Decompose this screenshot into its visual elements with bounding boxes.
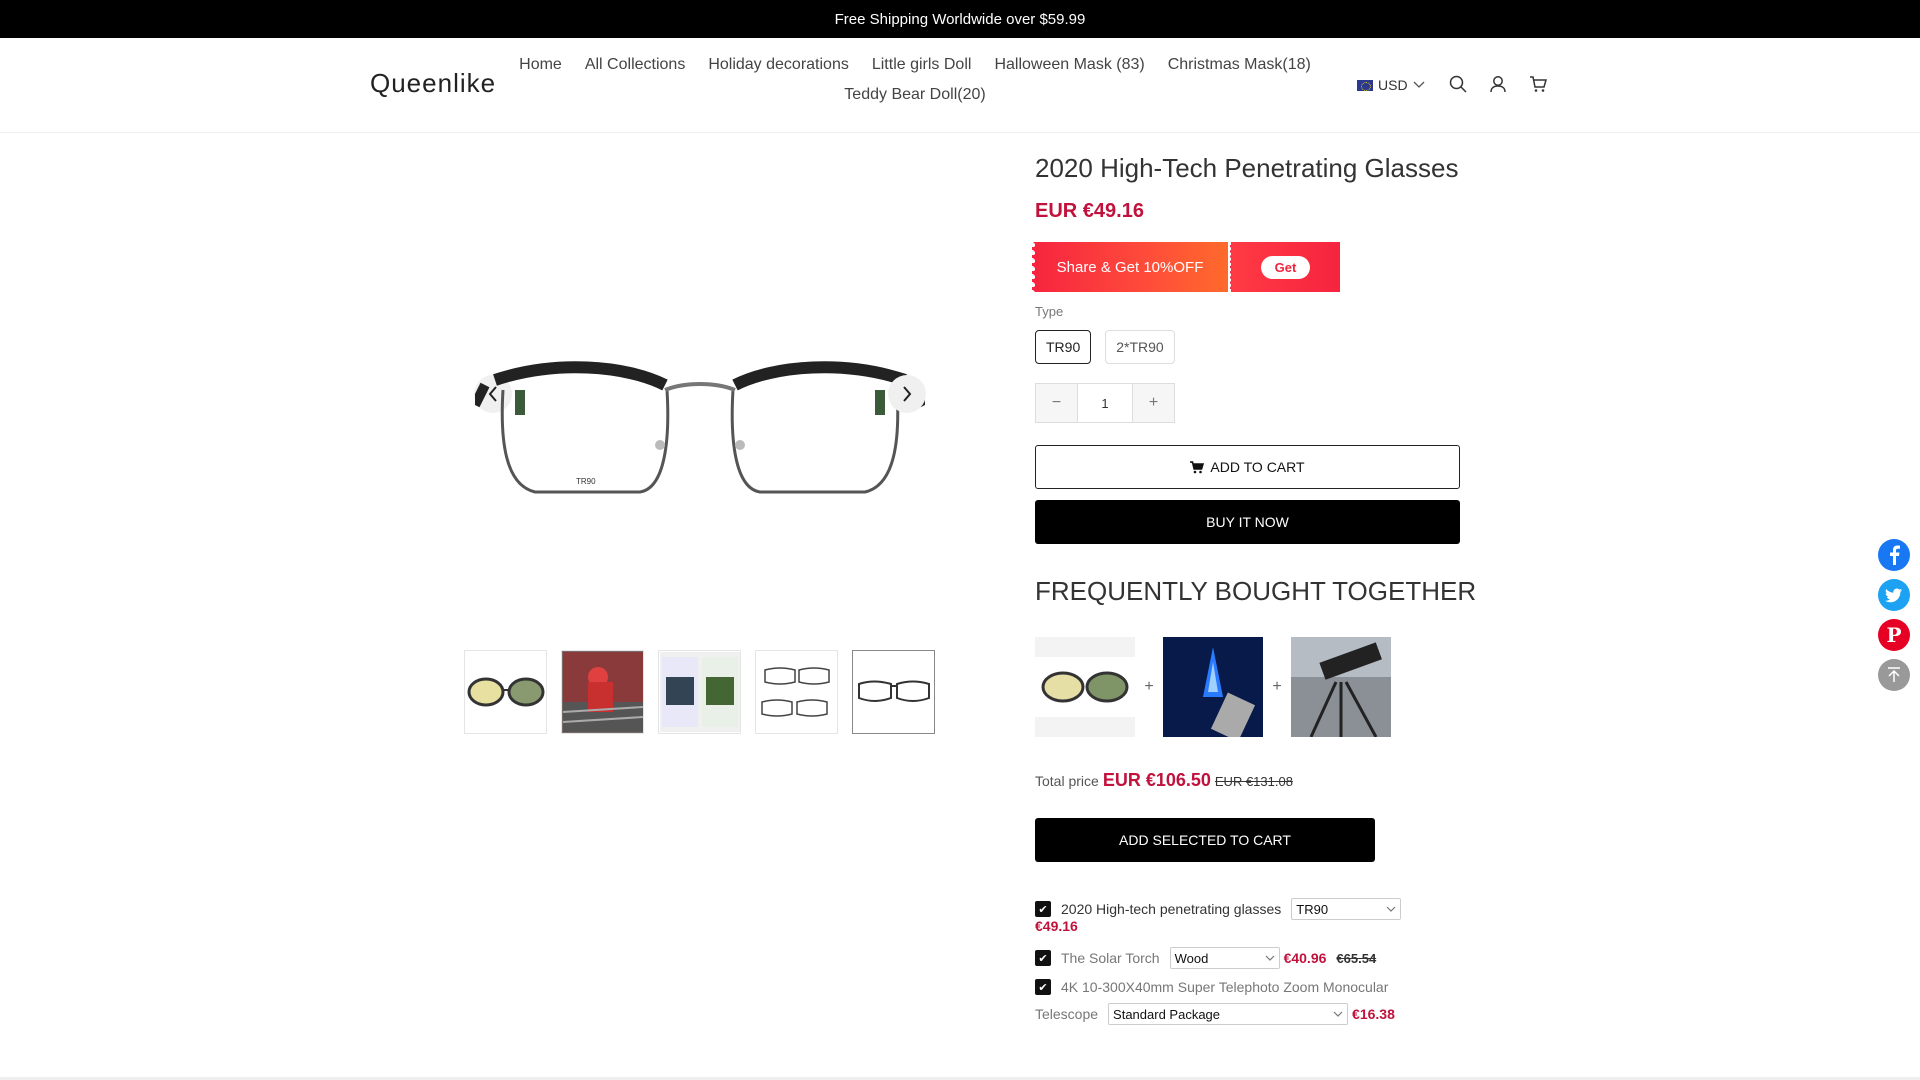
announcement-bar: Free Shipping Worldwide over $59.99 bbox=[0, 0, 1920, 38]
nav-christmas-mask[interactable]: Christmas Mask(18) bbox=[1168, 56, 1311, 74]
fbt-item-1-price-row: €49.16 bbox=[1035, 918, 1078, 934]
fbt-item-3-price: €16.38 bbox=[1352, 1006, 1395, 1022]
share-coupon-banner[interactable]: Share & Get 10%OFF Get bbox=[1032, 242, 1340, 292]
fbt-item-2-old-price: €65.54 bbox=[1336, 950, 1377, 966]
thumbnail-2[interactable] bbox=[561, 650, 644, 734]
fbt-item-2-price: €40.96 bbox=[1283, 950, 1327, 966]
flag-icon bbox=[1357, 79, 1373, 91]
share-get-button[interactable]: Get bbox=[1260, 255, 1311, 279]
type-options: TR90 2*TR90 bbox=[1035, 330, 1175, 364]
nav-home[interactable]: Home bbox=[519, 56, 562, 74]
fbt-item-1-name: 2020 High-tech penetrating glasses bbox=[1061, 901, 1282, 917]
fbt-item-3: ✔ 4K 10-300X40mm Super Telephoto Zoom Mo… bbox=[1035, 979, 1388, 995]
fbt-item-3-name-cont: Telescope bbox=[1035, 1006, 1099, 1022]
total-price: EUR €106.50 bbox=[1102, 770, 1211, 790]
search-icon[interactable] bbox=[1448, 74, 1468, 94]
fbt-images: + + bbox=[1035, 637, 1391, 737]
fbt-item-2-checkbox[interactable]: ✔ bbox=[1035, 950, 1051, 966]
cart-icon bbox=[1190, 460, 1205, 473]
quantity-input[interactable] bbox=[1077, 384, 1133, 422]
nav-all-collections[interactable]: All Collections bbox=[585, 56, 685, 74]
fbt-title: FREQUENTLY BOUGHT TOGETHER bbox=[1035, 576, 1477, 606]
plus-sign: + bbox=[1272, 678, 1282, 695]
share-get-area: Get bbox=[1230, 242, 1340, 292]
fbt-item-1: ✔ 2020 High-tech penetrating glasses TR9… bbox=[1035, 898, 1402, 920]
nav-teddy-bear-doll[interactable]: Teddy Bear Doll(20) bbox=[844, 86, 985, 104]
fbt-item-3-option: Standard Package bbox=[1113, 1006, 1221, 1022]
chevron-down-icon bbox=[1265, 955, 1275, 961]
thumbnail-1[interactable] bbox=[464, 650, 547, 734]
share-coupon-text: Share & Get 10%OFF bbox=[1032, 242, 1228, 292]
fbt-item-2-name: The Solar Torch bbox=[1061, 950, 1160, 966]
total-price-original: EUR €131.08 bbox=[1214, 774, 1293, 789]
total-price-label: Total price bbox=[1035, 773, 1099, 789]
main-nav: Home All Collections Holiday decorations… bbox=[515, 56, 1315, 104]
account-icon[interactable] bbox=[1488, 74, 1508, 94]
back-to-top-icon[interactable] bbox=[1878, 659, 1910, 691]
fbt-item-1-option: TR90 bbox=[1296, 901, 1329, 917]
type-label: Type bbox=[1035, 304, 1064, 319]
fbt-image-telescope[interactable] bbox=[1291, 637, 1391, 737]
fbt-item-3-row2: Telescope Standard Package €16.38 bbox=[1035, 1003, 1395, 1025]
option-2-tr90[interactable]: 2*TR90 bbox=[1105, 330, 1175, 364]
thumbnail-5[interactable] bbox=[852, 650, 935, 734]
quantity-increase-button[interactable]: + bbox=[1133, 384, 1174, 422]
plus-sign: + bbox=[1144, 678, 1154, 695]
fbt-item-2-select[interactable]: Wood bbox=[1169, 947, 1280, 969]
site-header: Queenlike Home All Collections Holiday d… bbox=[0, 38, 1920, 133]
logo[interactable]: Queenlike bbox=[370, 68, 496, 99]
buy-now-button[interactable]: BUY IT NOW bbox=[1035, 500, 1460, 544]
lens-label: TR90 bbox=[576, 477, 596, 486]
nav-little-girls-doll[interactable]: Little girls Doll bbox=[872, 56, 972, 74]
gallery-next-button[interactable] bbox=[888, 375, 926, 413]
fbt-item-3-name: 4K 10-300X40mm Super Telephoto Zoom Mono… bbox=[1061, 979, 1389, 995]
fbt-item-1-checkbox[interactable]: ✔ bbox=[1035, 901, 1051, 917]
chevron-right-icon bbox=[903, 386, 912, 402]
fbt-item-2-option: Wood bbox=[1174, 950, 1209, 966]
pinterest-icon[interactable]: P bbox=[1878, 619, 1910, 651]
thumbnail-3[interactable] bbox=[658, 650, 741, 734]
twitter-icon[interactable] bbox=[1878, 579, 1910, 611]
chevron-down-icon bbox=[1386, 906, 1396, 912]
announcement-text: Free Shipping Worldwide over $59.99 bbox=[834, 10, 1086, 28]
quantity-stepper: − + bbox=[1035, 383, 1175, 423]
fbt-item-2: ✔ The Solar Torch Wood €40.96 €65.54 bbox=[1035, 947, 1376, 969]
product-main-image: TR90 bbox=[470, 360, 930, 520]
thumbnail-4[interactable] bbox=[755, 650, 838, 734]
cart-icon[interactable] bbox=[1528, 74, 1548, 94]
fbt-image-glasses[interactable] bbox=[1035, 637, 1135, 737]
fbt-item-3-checkbox[interactable]: ✔ bbox=[1035, 979, 1051, 995]
facebook-icon[interactable] bbox=[1878, 539, 1910, 571]
fbt-item-3-select[interactable]: Standard Package bbox=[1108, 1003, 1349, 1025]
currency-selector[interactable]: USD bbox=[1357, 77, 1425, 93]
chevron-down-icon bbox=[1413, 81, 1425, 88]
nav-holiday-decorations[interactable]: Holiday decorations bbox=[708, 56, 849, 74]
fbt-image-torch[interactable] bbox=[1163, 637, 1263, 737]
currency-label: USD bbox=[1378, 77, 1408, 93]
add-selected-to-cart-button[interactable]: ADD SELECTED TO CART bbox=[1035, 818, 1375, 862]
add-to-cart-button[interactable]: ADD TO CART bbox=[1035, 445, 1460, 489]
thumbnail-strip bbox=[464, 650, 935, 734]
quantity-decrease-button[interactable]: − bbox=[1036, 384, 1077, 422]
add-to-cart-label: ADD TO CART bbox=[1210, 459, 1305, 475]
fbt-total: Total price EUR €106.50 EUR €131.08 bbox=[1035, 770, 1293, 791]
option-tr90[interactable]: TR90 bbox=[1035, 330, 1092, 364]
chevron-down-icon bbox=[1333, 1011, 1343, 1017]
fbt-item-1-select[interactable]: TR90 bbox=[1291, 898, 1402, 920]
nav-halloween-mask[interactable]: Halloween Mask (83) bbox=[994, 56, 1144, 74]
fbt-item-1-price: €49.16 bbox=[1035, 918, 1078, 934]
product-price: EUR €49.16 bbox=[1035, 200, 1144, 222]
product-title: 2020 High-Tech Penetrating Glasses bbox=[1035, 153, 1459, 183]
